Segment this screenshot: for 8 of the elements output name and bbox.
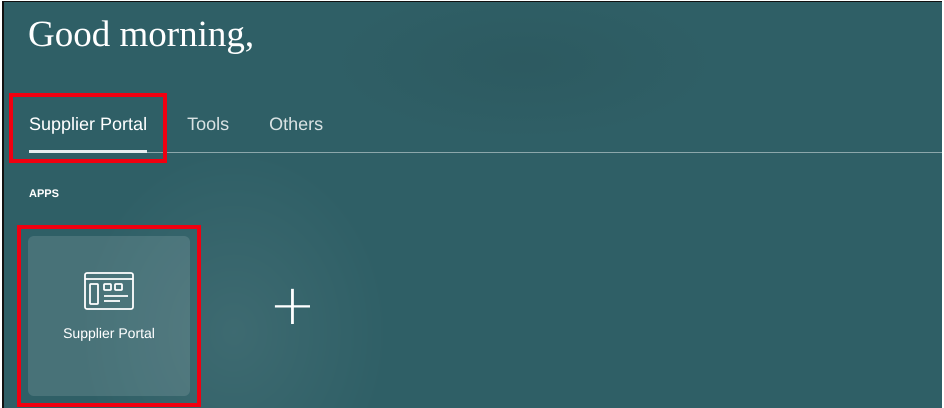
tab[interactable]: Supplier Portal <box>9 93 168 163</box>
portal-icon <box>84 272 134 310</box>
section-heading: APPS <box>29 187 59 201</box>
app-tile[interactable]: Supplier Portal <box>28 236 190 396</box>
greeting-title: Good morning, <box>27 13 256 57</box>
add-button[interactable]: + <box>269 278 316 334</box>
tab[interactable]: Tools <box>167 93 250 163</box>
tab[interactable]: Others <box>249 93 344 163</box>
